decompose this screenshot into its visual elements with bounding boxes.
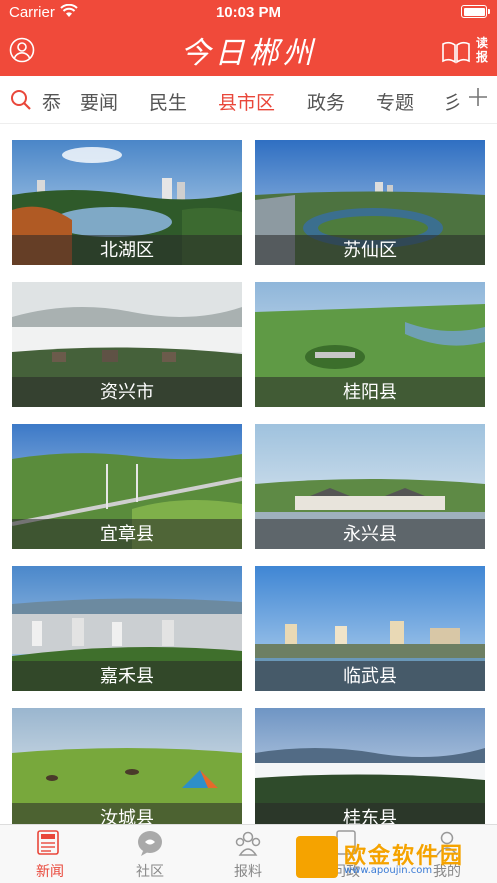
news-icon (37, 830, 59, 855)
search-icon[interactable] (10, 89, 32, 111)
region-card-zixing[interactable]: 资兴市 (12, 282, 242, 407)
region-card-linwu[interactable]: 临武县 (255, 566, 485, 691)
region-grid: 北湖区 苏仙区 资兴市 桂阳县 宜章县 永兴县 嘉禾县 临武县 汝城县 桂东县 (0, 124, 497, 824)
tab-livelihood[interactable]: 民生 (149, 88, 187, 115)
watermark-logo (296, 836, 338, 878)
region-name: 临武县 (343, 666, 397, 687)
watermark-url: www.apoujin.com (344, 865, 433, 876)
bottom-tab-report[interactable]: 报料 (198, 825, 298, 883)
region-name: 苏仙区 (343, 240, 397, 261)
region-card-suxian[interactable]: 苏仙区 (255, 140, 485, 265)
bottom-tab-community[interactable]: 社区 (100, 825, 200, 883)
region-card-jiahe[interactable]: 嘉禾县 (12, 566, 242, 691)
region-name: 永兴县 (343, 524, 397, 545)
site-watermark: 欧金软件园 www.apoujin.com (296, 836, 492, 880)
region-name: 桂阳县 (343, 382, 397, 403)
tab-government[interactable]: 政务 (307, 88, 345, 115)
channel-tabs: 忝 要闻 民生 县市区 政务 专题 彡 (0, 76, 497, 124)
status-bar: Carrier 10:03 PM (0, 0, 497, 26)
book-icon (442, 41, 470, 64)
region-card-guiyang[interactable]: 桂阳县 (255, 282, 485, 407)
region-card-rucheng[interactable]: 汝城县 (12, 708, 242, 824)
region-name: 汝城县 (100, 808, 154, 824)
bottom-tab-bar: 新闻 社区 报料 问政 我的 欧金软件园 www.apoujin.com (0, 824, 497, 883)
battery-icon (461, 5, 490, 18)
tab-counties[interactable]: 县市区 (218, 88, 275, 115)
region-name: 资兴市 (100, 382, 154, 403)
status-time: 10:03 PM (215, 4, 282, 21)
bottom-tab-label: 报料 (234, 864, 262, 880)
region-name: 嘉禾县 (100, 666, 154, 687)
app-title: 今日郴州 (180, 36, 317, 71)
app-header: Carrier 10:03 PM 今日郴州 读报 (0, 0, 497, 76)
read-paper-button[interactable]: 读报 (441, 36, 489, 68)
tab-partial-right[interactable]: 彡 (443, 88, 462, 115)
tab-topics[interactable]: 专题 (376, 88, 414, 115)
read-paper-label: 读报 (475, 36, 488, 64)
region-card-beihu[interactable]: 北湖区 (12, 140, 242, 265)
bottom-tab-label: 社区 (136, 864, 164, 880)
region-name: 桂东县 (343, 808, 397, 824)
add-channel-icon[interactable] (467, 86, 489, 108)
people-icon (235, 831, 261, 856)
region-name: 北湖区 (100, 240, 154, 261)
region-card-yongxing[interactable]: 永兴县 (255, 424, 485, 549)
chat-bubble-icon (138, 831, 162, 856)
region-card-guidong[interactable]: 桂东县 (255, 708, 485, 824)
bottom-tab-label: 新闻 (36, 864, 64, 880)
region-card-yizhang[interactable]: 宜章县 (12, 424, 242, 549)
bottom-tab-news[interactable]: 新闻 (0, 825, 100, 883)
tab-news[interactable]: 要闻 (80, 88, 118, 115)
region-name: 宜章县 (100, 524, 154, 545)
tab-partial-left[interactable]: 忝 (42, 88, 61, 115)
